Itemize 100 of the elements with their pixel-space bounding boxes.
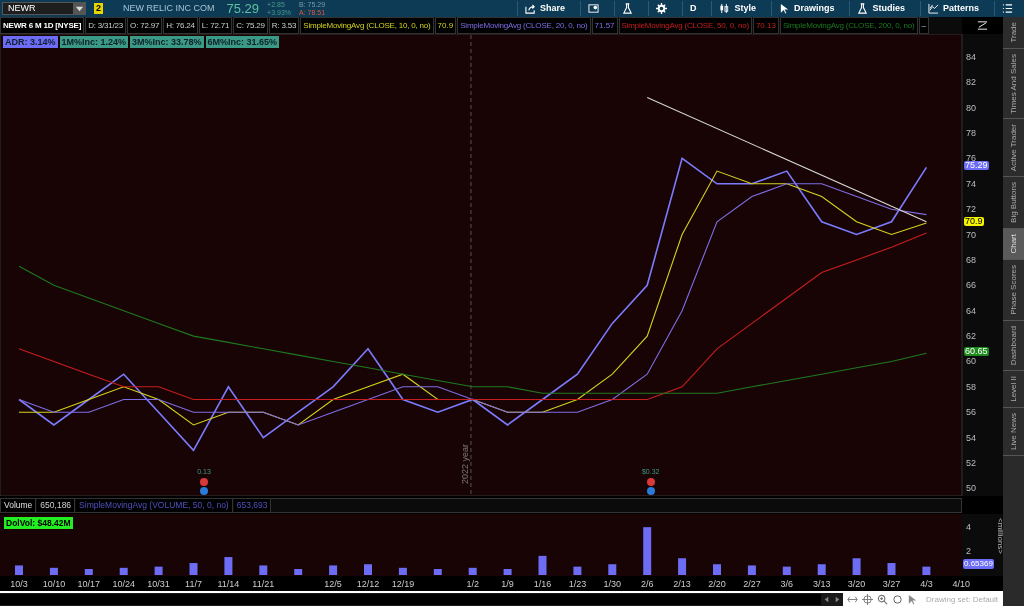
last-price: 75.29 bbox=[226, 0, 260, 18]
toolbar-button[interactable]: D bbox=[681, 1, 704, 16]
study-value: – bbox=[918, 17, 929, 34]
study-legend: SimpleMovingAvg (CLOSE, 200, 0, no) bbox=[779, 17, 918, 34]
study-badge: 6M%Inc: 31.65% bbox=[205, 36, 280, 48]
date-label: 1/2 bbox=[466, 579, 479, 589]
study-value: 70.13 bbox=[752, 17, 779, 34]
axis-label: 58 bbox=[966, 381, 976, 392]
study-badge: 3M%Inc: 33.78% bbox=[130, 36, 204, 48]
date-label: 2/6 bbox=[640, 579, 654, 589]
side-tab[interactable]: Chart bbox=[1003, 229, 1024, 260]
chart-info-field: O: 72.97 bbox=[127, 17, 163, 34]
date-label: 3/13 bbox=[812, 579, 831, 589]
date-label: 10/24 bbox=[112, 579, 135, 589]
menu-icon bbox=[1002, 3, 1013, 14]
date-label: 11/14 bbox=[217, 579, 240, 589]
toolbar-button[interactable]: Drawings bbox=[770, 1, 842, 16]
study-value: 71.57 bbox=[591, 17, 618, 34]
study-legend: SimpleMovingAvg (CLOSE, 20, 0, no) bbox=[457, 17, 591, 34]
axis-label: 56 bbox=[966, 407, 976, 418]
link-badge[interactable]: 2 bbox=[94, 3, 103, 14]
date-label: 1/9 bbox=[501, 579, 514, 589]
axis-label: 62 bbox=[966, 331, 976, 342]
date-label: 10/10 bbox=[42, 579, 66, 589]
newspaper-icon bbox=[587, 3, 599, 14]
toolbar-button[interactable]: Share bbox=[516, 1, 572, 16]
cursor-icon bbox=[907, 594, 918, 605]
volume-info-field: 653,693 bbox=[233, 499, 272, 512]
date-label: 10/17 bbox=[77, 579, 101, 589]
share-icon bbox=[524, 3, 536, 14]
axis-label: 68 bbox=[966, 254, 976, 265]
volume-legend: Volume bbox=[1, 499, 37, 512]
date-label: 2/13 bbox=[673, 579, 691, 589]
circle-icon bbox=[892, 594, 903, 605]
date-label: 1/23 bbox=[568, 579, 587, 589]
toolbar-button[interactable]: Patterns bbox=[920, 1, 986, 16]
axis-label: 76 bbox=[966, 153, 976, 164]
date-label: 2/20 bbox=[708, 579, 726, 589]
axis-label: 64 bbox=[966, 305, 976, 316]
axis-label: 78 bbox=[966, 128, 976, 138]
dividend-icon[interactable] bbox=[646, 487, 655, 495]
date-label: 3/20 bbox=[847, 579, 866, 589]
study-value: 70.9 bbox=[434, 17, 457, 34]
date-label: 1/30 bbox=[603, 579, 622, 589]
volume-info-field: SimpleMovingAvg (VOLUME, 50, 0, no) bbox=[76, 499, 233, 512]
date-label: 1/16 bbox=[533, 579, 552, 589]
chart-info-field: H: 76.24 bbox=[163, 17, 198, 34]
axis-label: 52 bbox=[966, 458, 976, 468]
volume-marker: 0.65369 bbox=[963, 559, 994, 570]
earnings-icon[interactable] bbox=[646, 478, 655, 486]
cursor-icon bbox=[778, 3, 790, 14]
divider-label: 2022 year bbox=[459, 443, 470, 484]
study-badge: ADR: 3.14% bbox=[3, 36, 58, 48]
axis-label: 50 bbox=[966, 483, 976, 494]
chart-info-field: D: 3/31/23 bbox=[85, 17, 127, 34]
date-label: 2/27 bbox=[743, 579, 761, 589]
axis-label: 74 bbox=[966, 178, 976, 189]
settings-icon bbox=[655, 3, 667, 14]
zoom-icon bbox=[877, 594, 888, 605]
flask-icon bbox=[857, 3, 869, 14]
price-marker: 60.65 bbox=[964, 347, 989, 357]
axis-label: 84 bbox=[966, 51, 976, 62]
date-label: 12/19 bbox=[391, 579, 415, 589]
dropdown-button[interactable] bbox=[73, 3, 85, 14]
dollar-volume-badge: DolVol: $48.42M bbox=[4, 517, 73, 529]
study-icon bbox=[977, 20, 988, 31]
axis-label: 4 bbox=[966, 522, 971, 533]
study-badge: 1M%Inc: 1.24% bbox=[59, 36, 129, 48]
date-label: 4/10 bbox=[952, 579, 971, 589]
company-name: NEW RELIC INC COM bbox=[123, 1, 215, 15]
toolbar-button[interactable]: Studies bbox=[849, 1, 912, 16]
chart-info-field: L: 72.71 bbox=[198, 17, 233, 34]
scroll-bar[interactable] bbox=[0, 594, 821, 605]
symbol-field[interactable]: NEWR bbox=[2, 2, 86, 15]
toolbar-button[interactable]: Style bbox=[711, 1, 763, 16]
axis-label: 60 bbox=[966, 356, 976, 367]
earnings-icon[interactable] bbox=[199, 478, 208, 486]
price-marker: 70.9 bbox=[964, 217, 984, 227]
price-marker: 75.29 bbox=[964, 161, 989, 171]
chart-info-field: R: 3.53 bbox=[268, 17, 300, 34]
crosshair-icon bbox=[862, 594, 873, 605]
axis-label: 72 bbox=[966, 204, 976, 215]
study-legend: SimpleMovingAvg (CLOSE, 50, 0, no) bbox=[618, 17, 752, 34]
axis-label: 80 bbox=[966, 102, 976, 113]
axis-label: 2 bbox=[966, 546, 971, 557]
date-label: 11/7 bbox=[185, 579, 202, 589]
axis-label: 66 bbox=[966, 280, 976, 291]
axis-label: 54 bbox=[966, 432, 976, 443]
chart-info-field: C: 75.29 bbox=[233, 17, 268, 34]
dividend-icon[interactable] bbox=[199, 487, 208, 495]
axis-unit-label: <millions> bbox=[996, 518, 1003, 554]
flask-icon bbox=[621, 3, 633, 14]
chart-pattern-icon bbox=[928, 3, 939, 14]
date-label: 11/21 bbox=[252, 579, 275, 589]
date-label: 4/3 bbox=[920, 579, 933, 589]
date-label: 10/31 bbox=[147, 579, 170, 589]
date-label: 12/12 bbox=[356, 579, 380, 589]
date-label: 3/6 bbox=[780, 579, 794, 589]
pan-arrows-icon bbox=[847, 594, 858, 605]
volume-info-field: 650,186 bbox=[37, 499, 76, 512]
